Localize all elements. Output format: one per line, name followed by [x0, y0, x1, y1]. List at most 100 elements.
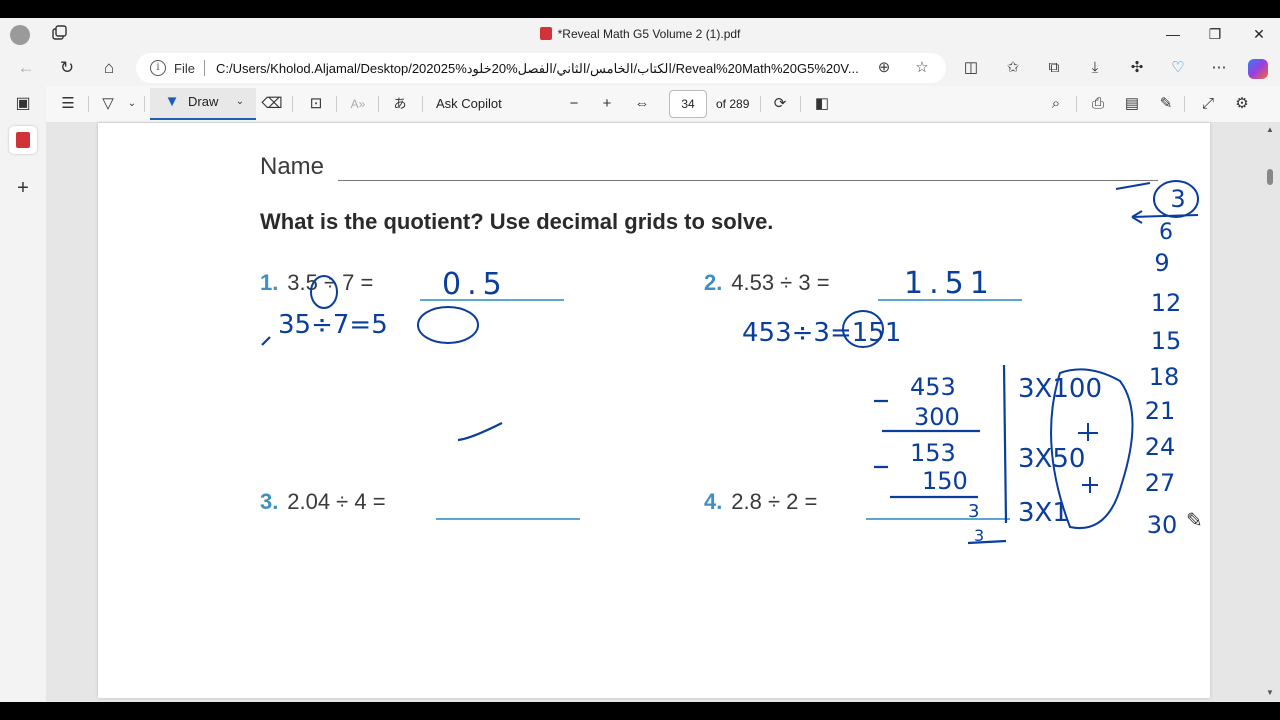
pdf-viewer[interactable]: Name What is the quotient? Use decimal g…	[46, 123, 1280, 702]
ink-circle	[417, 306, 479, 344]
handwritten-answer-2: 1.51	[904, 266, 995, 301]
divider	[760, 96, 761, 112]
page-number-input[interactable]: 34	[669, 90, 707, 118]
contents-icon[interactable]: ☰	[56, 92, 80, 116]
vertical-scrollbar[interactable]: ▲ ▼	[1264, 123, 1276, 702]
divider	[88, 96, 89, 112]
save-icon[interactable]: ▤	[1120, 92, 1144, 116]
ink-number: 153	[910, 439, 956, 467]
page-count-label: of 289	[716, 97, 750, 111]
scheme-label: File	[174, 61, 195, 76]
ink-number: 3X100	[1018, 374, 1102, 404]
ink-circle	[310, 275, 338, 309]
chevron-down-icon[interactable]: ⌄	[228, 90, 252, 114]
ink-number: 21	[1145, 397, 1176, 425]
ink-number: 12	[1151, 289, 1182, 317]
ink-stroke	[261, 336, 503, 442]
handwriting-layer: 0.5 35÷7=5 1.51 453÷3=151 453 300 153 15…	[261, 180, 1203, 545]
address-bar-row: ← ↻ ⌂ i File C:/Users/Kholod.Aljamal/Des…	[0, 50, 1280, 86]
divider	[204, 60, 205, 76]
close-window-button[interactable]: ✕	[1244, 22, 1274, 46]
add-tab-icon[interactable]: +	[11, 176, 35, 200]
minimize-button[interactable]: —	[1158, 22, 1188, 46]
url-text[interactable]: C:/Users/Kholod.Aljamal/Desktop/الكتاب/ا…	[216, 61, 866, 77]
split-screen-icon[interactable]: ◫	[958, 56, 984, 80]
partial-products: 3X100 3X50 3X1	[1018, 374, 1102, 528]
browser-window: *Reveal Math G5 Volume 2 (1).pdf — ❐ ✕ ←…	[0, 18, 1280, 702]
rotate-icon[interactable]: ⟳	[768, 92, 792, 116]
long-division: 453 300 153 150 3 3	[910, 373, 984, 545]
collections-icon[interactable]: ⧉	[1041, 56, 1067, 80]
translate-icon[interactable]: あ	[388, 92, 412, 116]
ink-number: 300	[914, 403, 960, 431]
ink-number: 27	[1145, 469, 1176, 497]
home-icon[interactable]: ⌂	[96, 56, 122, 80]
divider	[144, 96, 145, 112]
favorite-icon[interactable]: ☆	[912, 58, 932, 78]
search-icon[interactable]: ⌕	[1044, 92, 1068, 116]
highlight-icon[interactable]: ▽	[96, 92, 120, 116]
sidebar-toggle-icon[interactable]: ▣	[11, 92, 35, 116]
divider	[336, 96, 337, 112]
handwritten-rewrite-2: 453÷3=151	[742, 318, 901, 348]
scroll-up-icon[interactable]: ▲	[1265, 125, 1275, 135]
ink-number: 15	[1151, 327, 1182, 355]
draw-button[interactable]: ▼ Draw ⌄	[150, 88, 256, 120]
window-title-text: *Reveal Math G5 Volume 2 (1).pdf	[557, 27, 741, 41]
scrollbar-thumb[interactable]	[1267, 169, 1273, 185]
handwritten-rewrite-1: 35÷7=5	[278, 310, 388, 340]
divider	[422, 96, 423, 112]
draw-label: Draw	[188, 94, 219, 109]
zoom-out-icon[interactable]: −	[562, 92, 586, 116]
save-as-icon[interactable]: ✎	[1154, 92, 1178, 116]
eraser-icon[interactable]: ⌫	[260, 92, 284, 116]
ink-number: 9	[1154, 249, 1169, 277]
ink-number: 3	[1170, 185, 1185, 213]
back-icon[interactable]: ←	[13, 56, 39, 80]
fullscreen-icon[interactable]: ⤢	[1196, 92, 1220, 116]
address-bar[interactable]: i File C:/Users/Kholod.Aljamal/Desktop/ا…	[136, 53, 946, 83]
scroll-down-icon[interactable]: ▼	[1265, 688, 1275, 698]
handwritten-answer-1: 0.5	[442, 267, 508, 302]
ink-number: 3	[968, 501, 979, 522]
ink-number: 18	[1149, 363, 1180, 391]
skip-count-column: 3 6 9 12 15 18 21 24 27 30	[1145, 185, 1186, 539]
refresh-icon[interactable]: ↻	[54, 56, 80, 80]
ink-number: 30	[1147, 511, 1178, 539]
browser-essentials-icon[interactable]: ♡	[1165, 56, 1191, 80]
downloads-icon[interactable]: ⤓	[1082, 56, 1108, 80]
page-view-icon[interactable]: ◧	[810, 92, 834, 116]
favorites-icon[interactable]: ✩	[1000, 56, 1026, 80]
pdf-page[interactable]: Name What is the quotient? Use decimal g…	[98, 123, 1210, 698]
ink-number: 24	[1145, 433, 1176, 461]
divider	[378, 96, 379, 112]
ink-number: 453	[910, 373, 956, 401]
copilot-icon[interactable]	[1248, 59, 1268, 79]
pdf-toolbar: ☰ ▽ ⌄ ▼ Draw ⌄ ⌫ ⊡ A» あ Ask Copilot − + …	[46, 86, 1280, 123]
divider	[1076, 96, 1077, 112]
ask-copilot-button[interactable]: Ask Copilot	[436, 92, 502, 116]
pdf-tab-icon[interactable]	[9, 126, 37, 154]
more-icon[interactable]: ⋯	[1206, 56, 1232, 80]
pen-cursor-icon: ✎	[1186, 508, 1203, 532]
read-aloud-icon[interactable]: A»	[346, 92, 370, 116]
info-icon[interactable]: i	[150, 60, 166, 76]
fit-width-icon[interactable]: ⇔	[630, 92, 654, 116]
zoom-in-icon[interactable]: +	[595, 92, 619, 116]
print-icon[interactable]: ⎙	[1086, 92, 1110, 116]
zoom-icon[interactable]: ⊕	[874, 58, 894, 78]
restore-button[interactable]: ❐	[1200, 22, 1230, 46]
chevron-down-icon[interactable]: ⌄	[120, 92, 144, 116]
divider	[1184, 96, 1185, 112]
divider	[800, 96, 801, 112]
settings-icon[interactable]: ⚙	[1230, 92, 1254, 116]
title-bar: *Reveal Math G5 Volume 2 (1).pdf — ❐ ✕	[0, 18, 1280, 50]
extensions-icon[interactable]: ✣	[1124, 56, 1150, 80]
ink-number: 6	[1159, 220, 1173, 245]
window-title: *Reveal Math G5 Volume 2 (1).pdf	[0, 27, 1280, 41]
pdf-file-icon	[539, 27, 552, 40]
vertical-tab-rail: ▣ +	[0, 86, 46, 702]
text-icon[interactable]: ⊡	[304, 92, 328, 116]
draw-icon: ▼	[164, 93, 180, 110]
divider	[292, 96, 293, 112]
